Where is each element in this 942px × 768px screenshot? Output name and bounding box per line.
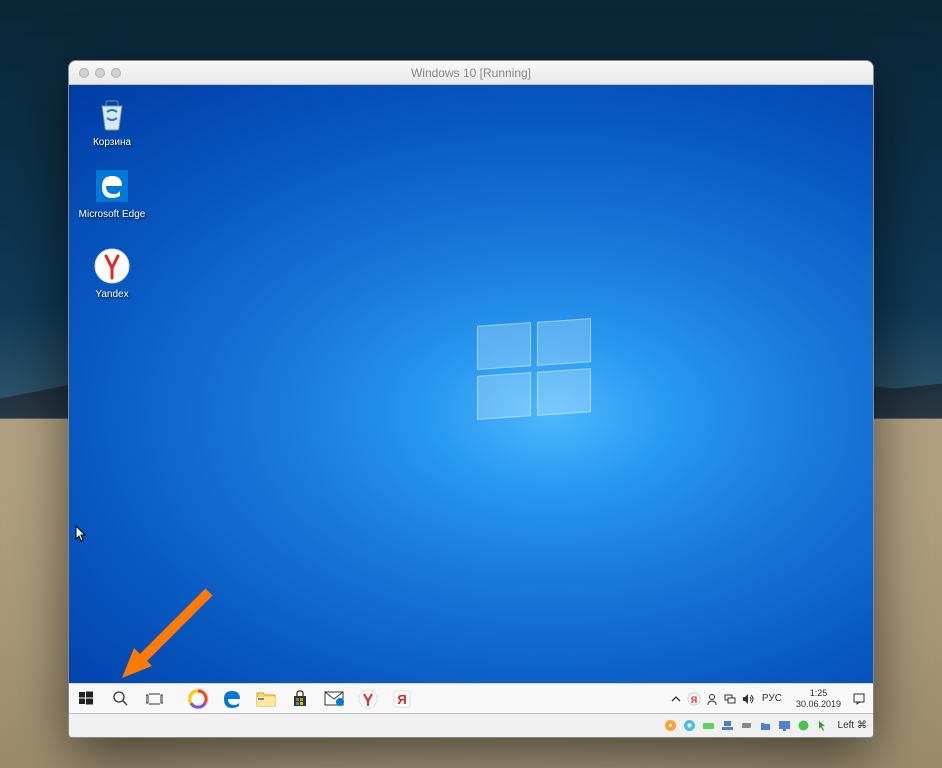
status-usb-icon[interactable] [739, 718, 755, 734]
edge-icon [91, 165, 133, 207]
svg-text:Я: Я [397, 692, 406, 707]
recycle-bin-icon [91, 93, 133, 135]
status-mouse-icon[interactable] [815, 718, 831, 734]
taskbar-yandex-disk[interactable] [351, 684, 385, 714]
tray-volume-icon[interactable] [740, 691, 756, 707]
search-button[interactable] [103, 684, 137, 714]
taskbar-yandex-app[interactable]: Я [385, 684, 419, 714]
clock-time: 1:25 [796, 688, 841, 699]
tray-clock[interactable]: 1:25 30.06.2019 [788, 688, 849, 710]
yandex-icon [91, 245, 133, 287]
status-hdd-icon[interactable] [682, 718, 698, 734]
system-tray: Я РУС 1:25 30.06.2019 [668, 688, 873, 710]
taskbar-edge[interactable] [215, 684, 249, 714]
status-network-icon[interactable] [720, 718, 736, 734]
window-title: Windows 10 [Running] [69, 66, 873, 80]
annotation-arrow [114, 580, 224, 685]
status-cd-icon[interactable] [663, 718, 679, 734]
tray-language[interactable]: РУС [758, 693, 786, 704]
taskbar-yandex-browser[interactable] [181, 684, 215, 714]
status-display-icon[interactable] [777, 718, 793, 734]
guest-display: Корзина Microsoft Edge Yandex [69, 85, 873, 713]
desktop-icon-edge[interactable]: Microsoft Edge [74, 165, 150, 220]
desktop-icon-yandex[interactable]: Yandex [74, 245, 150, 300]
vm-window: Windows 10 [Running] Корзина Microsoft E [68, 60, 874, 738]
status-record-icon[interactable] [796, 718, 812, 734]
status-shared-icon[interactable] [758, 718, 774, 734]
status-audio-icon[interactable] [701, 718, 717, 734]
taskbar-mail[interactable] [317, 684, 351, 714]
tray-chevron-up-icon[interactable] [668, 691, 684, 707]
mouse-cursor [75, 525, 87, 543]
vm-status-bar: Left ⌘ [69, 713, 873, 737]
task-view-button[interactable] [137, 684, 171, 714]
taskbar-store[interactable] [283, 684, 317, 714]
titlebar[interactable]: Windows 10 [Running] [69, 61, 873, 85]
taskbar-file-explorer[interactable] [249, 684, 283, 714]
desktop-icon-label: Корзина [74, 137, 150, 148]
desktop[interactable]: Корзина Microsoft Edge Yandex [69, 85, 873, 683]
svg-text:Я: Я [691, 695, 697, 705]
desktop-icon-recycle-bin[interactable]: Корзина [74, 93, 150, 148]
tray-network-icon[interactable] [722, 691, 738, 707]
tray-yandex-icon[interactable]: Я [686, 691, 702, 707]
tray-action-center-icon[interactable] [851, 691, 867, 707]
desktop-icon-label: Microsoft Edge [74, 209, 150, 220]
host-key-indicator[interactable]: Left ⌘ [834, 720, 867, 731]
desktop-icon-label: Yandex [74, 289, 150, 300]
taskbar: Я Я РУС 1:25 30.06.2019 [69, 683, 873, 713]
clock-date: 30.06.2019 [796, 699, 841, 710]
tray-people-icon[interactable] [704, 691, 720, 707]
start-button[interactable] [69, 684, 103, 714]
